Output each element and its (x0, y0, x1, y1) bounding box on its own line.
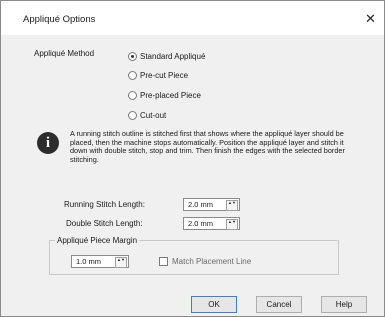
double-stitch-label: Double Stitch Length: (66, 219, 143, 228)
radio-pre-cut-piece[interactable]: Pre-cut Piece (128, 69, 188, 81)
radio-button-icon (128, 51, 137, 61)
close-icon[interactable]: ✕ (365, 11, 376, 27)
radio-label: Pre-placed Piece (140, 90, 201, 100)
running-stitch-value: 2.0 mm (188, 200, 214, 209)
info-icon: i (37, 132, 59, 154)
dialog-title: Appliqué Options (23, 14, 96, 25)
radio-button-icon (128, 90, 137, 100)
cancel-button[interactable]: Cancel (256, 296, 302, 313)
spin-arrows-icon[interactable]: ▲▼ (115, 257, 127, 268)
margin-spinbox[interactable]: 1.0 mm ▲▼ (71, 255, 129, 268)
title-bar: Appliqué Options ✕ (1, 1, 384, 35)
match-placement-line-label: Match Placement Line (172, 257, 252, 266)
spin-arrows-icon[interactable]: ▲▼ (226, 200, 238, 211)
radio-button-icon (128, 110, 137, 120)
radio-standard-applique[interactable]: Standard Appliqué (128, 50, 205, 62)
radio-selected-dot (131, 54, 134, 58)
running-stitch-label: Running Stitch Length: (64, 200, 145, 209)
radio-button-icon (128, 70, 137, 80)
radio-pre-placed-piece[interactable]: Pre-placed Piece (128, 89, 201, 101)
radio-label: Pre-cut Piece (140, 70, 189, 80)
applique-method-label: Appliqué Method (34, 49, 95, 58)
radio-label: Standard Appliqué (140, 51, 206, 61)
spin-arrows-icon[interactable]: ▲▼ (226, 219, 238, 230)
running-stitch-spinbox[interactable]: 2.0 mm ▲▼ (183, 198, 240, 211)
method-description: A running stitch outline is stitched fir… (70, 129, 345, 164)
match-placement-line-checkbox[interactable] (159, 257, 168, 266)
radio-cut-out[interactable]: Cut-out (128, 109, 166, 121)
ok-button[interactable]: OK (191, 296, 237, 313)
double-stitch-spinbox[interactable]: 2.0 mm ▲▼ (183, 217, 240, 230)
margin-value: 1.0 mm (76, 257, 102, 266)
double-stitch-value: 2.0 mm (188, 219, 214, 228)
radio-label: Cut-out (140, 110, 167, 120)
margin-group-title: Appliqué Piece Margin (55, 236, 140, 245)
help-button[interactable]: Help (321, 296, 367, 313)
